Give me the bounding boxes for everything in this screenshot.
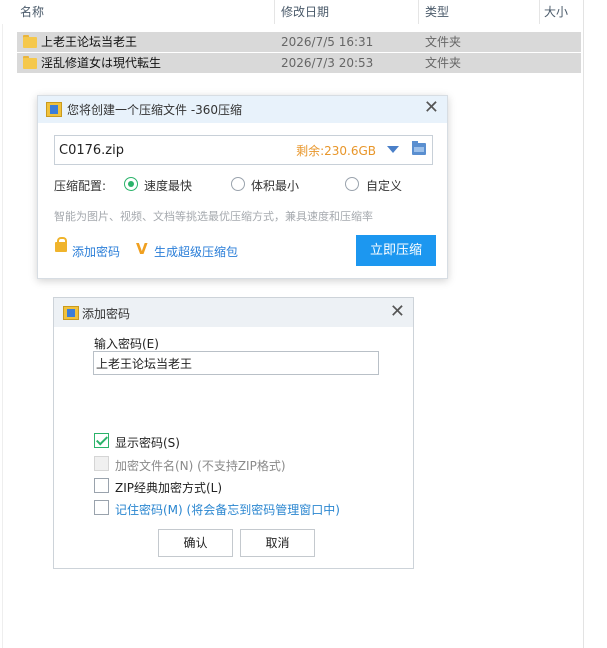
archive-app-icon xyxy=(63,306,79,320)
column-header-name[interactable]: 名称 xyxy=(20,3,44,23)
password-input[interactable] xyxy=(93,351,379,375)
compress-now-button[interactable]: 立即压缩 xyxy=(356,235,436,266)
cancel-button[interactable]: 取消 xyxy=(240,529,315,557)
dialog-title: 您将创建一个压缩文件 -360压缩 xyxy=(67,103,243,117)
close-icon[interactable]: ✕ xyxy=(424,98,439,118)
encrypt-filenames-label: 加密文件名(N) (不支持ZIP格式) xyxy=(115,459,286,473)
create-archive-dialog: 您将创建一个压缩文件 -360压缩 ✕ 剩余:230.6GB 压缩配置: 速度最… xyxy=(37,95,448,279)
file-type: 文件夹 xyxy=(425,35,462,49)
folder-icon xyxy=(23,35,37,48)
add-password-link[interactable]: 添加密码 xyxy=(72,243,120,260)
file-modified: 2026/7/3 20:53 xyxy=(281,56,374,70)
compression-config-label: 压缩配置: xyxy=(54,179,107,193)
column-divider[interactable] xyxy=(418,0,419,24)
file-row[interactable]: 上老王论坛当老王 2026/7/5 16:31 文件夹 xyxy=(17,32,581,52)
encrypt-filenames-checkbox xyxy=(94,456,109,471)
column-header-type[interactable]: 类型 xyxy=(425,3,449,23)
file-name: 淫乱修道女は現代転生 xyxy=(41,56,162,70)
sort-indicator-icon: ⌃ xyxy=(144,0,152,5)
archive-filename-input[interactable] xyxy=(59,141,289,159)
close-icon[interactable]: ✕ xyxy=(390,302,405,322)
file-name: 上老王论坛当老王 xyxy=(41,35,138,49)
remember-password-checkbox[interactable] xyxy=(94,500,109,515)
column-divider[interactable] xyxy=(274,0,275,24)
vip-badge-icon: V xyxy=(136,240,148,258)
column-header-modified[interactable]: 修改日期 xyxy=(281,3,329,23)
archive-app-icon xyxy=(46,102,62,117)
super-zip-link[interactable]: 生成超级压缩包 xyxy=(154,243,238,260)
show-password-checkbox[interactable] xyxy=(94,433,109,448)
radio-label-smallest[interactable]: 体积最小 xyxy=(251,177,299,194)
radio-label-fastest[interactable]: 速度最快 xyxy=(144,177,192,194)
file-row[interactable]: 淫乱修道女は現代転生 2026/7/3 20:53 文件夹 xyxy=(17,53,581,73)
file-modified: 2026/7/5 16:31 xyxy=(281,35,374,49)
free-space-label: 剩余:230.6GB xyxy=(296,144,376,158)
archive-path-field: 剩余:230.6GB xyxy=(54,135,433,165)
zip-classic-encryption-checkbox[interactable] xyxy=(94,478,109,493)
dialog-title: 添加密码 xyxy=(82,307,131,321)
chevron-down-icon[interactable] xyxy=(387,146,399,153)
zip-classic-encryption-label[interactable]: ZIP经典加密方式(L) xyxy=(115,479,222,496)
column-header-size[interactable]: 大小 xyxy=(544,3,568,23)
column-divider[interactable] xyxy=(539,0,540,24)
radio-label-custom[interactable]: 自定义 xyxy=(366,177,402,194)
remember-password-label[interactable]: 记住密码(M) (将会备忘到密码管理窗口中) xyxy=(115,501,340,518)
show-password-label[interactable]: 显示密码(S) xyxy=(115,434,180,451)
browse-folder-icon[interactable] xyxy=(412,141,426,155)
column-headers: ⌃ 名称 修改日期 类型 大小 xyxy=(2,0,582,24)
folder-icon xyxy=(23,56,37,69)
dialog-titlebar: 添加密码 ✕ xyxy=(54,298,413,327)
lock-icon xyxy=(55,237,67,252)
radio-smallest[interactable] xyxy=(231,177,245,191)
confirm-button[interactable]: 确认 xyxy=(158,529,233,557)
password-label: 输入密码(E) xyxy=(94,337,159,351)
file-type: 文件夹 xyxy=(425,56,462,70)
dialog-titlebar: 您将创建一个压缩文件 -360压缩 ✕ xyxy=(38,96,447,123)
radio-fastest[interactable] xyxy=(124,177,138,191)
compression-hint: 智能为图片、视频、文档等挑选最优压缩方式，兼具速度和压缩率 xyxy=(54,210,373,223)
radio-custom[interactable] xyxy=(345,177,359,191)
add-password-dialog: 添加密码 ✕ 输入密码(E) 显示密码(S) 加密文件名(N) (不支持ZIP格… xyxy=(53,297,414,569)
